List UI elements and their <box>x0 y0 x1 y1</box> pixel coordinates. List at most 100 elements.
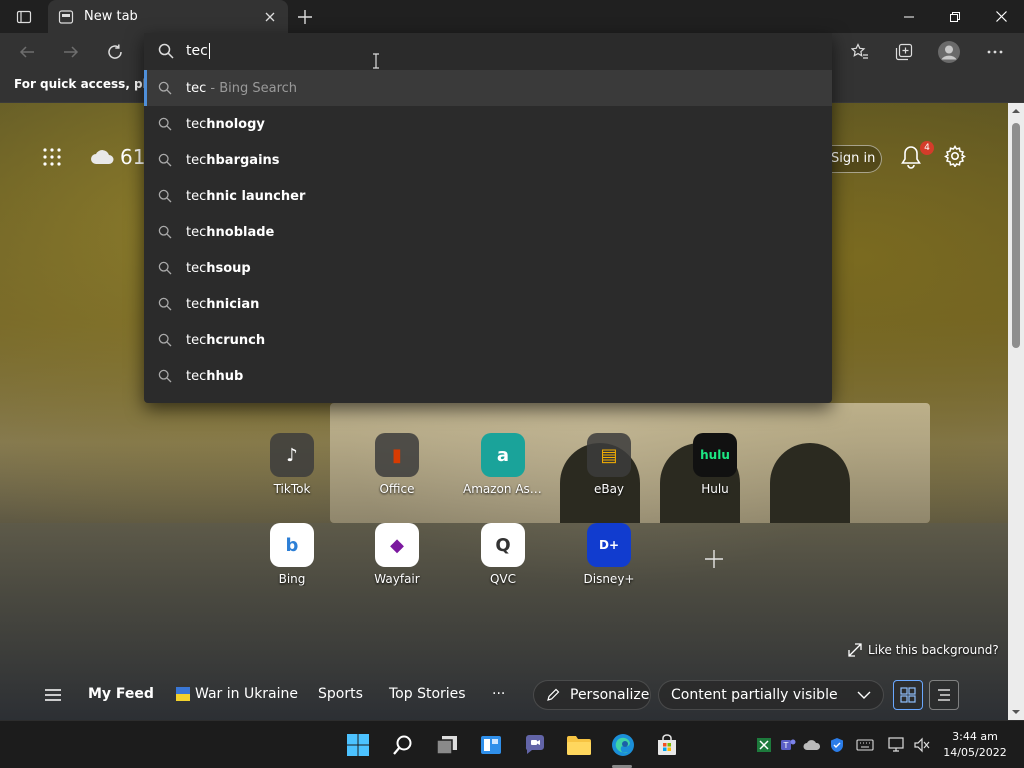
widgets-button[interactable] <box>476 730 506 760</box>
restore-button[interactable] <box>932 0 978 33</box>
quick-link-tiktok[interactable]: ♪ TikTok <box>252 433 332 496</box>
feed-more-button[interactable]: ··· <box>492 686 505 702</box>
suggestion-item[interactable]: technician <box>144 286 832 322</box>
address-input[interactable]: tec <box>144 33 832 69</box>
notifications-button[interactable] <box>900 145 922 169</box>
plus-icon <box>705 550 723 568</box>
hamburger-icon <box>45 689 61 701</box>
close-tab-button[interactable] <box>262 9 278 25</box>
close-window-button[interactable] <box>978 0 1024 33</box>
quick-link-disney-plus[interactable]: D+ Disney+ <box>569 523 649 586</box>
search-icon <box>158 81 172 95</box>
suggestion-typed-part: tec <box>186 188 207 204</box>
settings-menu-button[interactable] <box>980 37 1010 67</box>
search-icon <box>158 333 172 347</box>
quick-link-wayfair[interactable]: ◆ Wayfair <box>357 523 437 586</box>
quick-link-bing[interactable]: b Bing <box>252 523 332 586</box>
weather-temperature: 61 <box>120 145 146 169</box>
network-icon[interactable] <box>887 736 905 754</box>
tab-new-tab[interactable]: New tab <box>48 0 288 33</box>
scroll-down-icon[interactable] <box>1012 708 1020 716</box>
quick-link-amazon-assistant[interactable]: a Amazon Assi... <box>463 433 543 496</box>
feed-menu-button[interactable] <box>44 687 62 706</box>
search-icon <box>393 735 412 755</box>
task-view-button[interactable] <box>432 730 462 760</box>
store-button[interactable] <box>652 730 682 760</box>
start-button[interactable] <box>343 730 373 760</box>
keyboard-icon[interactable] <box>856 736 874 754</box>
list-layout-button[interactable] <box>929 680 959 710</box>
gear-icon <box>944 145 966 168</box>
chat-icon <box>525 735 544 754</box>
close-icon <box>995 11 1007 22</box>
feed-tab-my-feed[interactable]: My Feed <box>88 686 154 702</box>
collections-icon <box>895 43 913 61</box>
pencil-icon <box>547 688 560 701</box>
edge-taskbar-button[interactable] <box>608 730 638 760</box>
collections-button[interactable] <box>889 37 919 67</box>
back-button[interactable] <box>12 37 42 67</box>
expand-icon <box>848 643 862 657</box>
system-clock[interactable]: 3:44 am 14/05/2022 <box>940 729 1010 761</box>
edge-icon <box>612 734 634 756</box>
suggestion-item[interactable]: techbargains <box>144 142 832 178</box>
volume-muted-icon[interactable] <box>913 736 931 754</box>
file-explorer-button[interactable] <box>564 730 594 760</box>
search-icon <box>158 261 172 275</box>
ebay-icon: ▤ <box>587 433 631 477</box>
grid-layout-button[interactable] <box>893 680 923 710</box>
plus-icon <box>298 10 312 24</box>
quick-link-ebay[interactable]: ▤ eBay <box>569 433 649 496</box>
suggestion-item[interactable]: technology <box>144 106 832 142</box>
suggestion-item[interactable]: techsoup <box>144 250 832 286</box>
suggestion-hint: - Bing Search <box>206 80 298 96</box>
teams-chat-button[interactable] <box>520 730 550 760</box>
suggestion-item[interactable]: techhub <box>144 358 832 394</box>
apps-launcher-button[interactable] <box>42 147 62 167</box>
address-input-value: tec <box>186 43 208 59</box>
tray-onedrive-icon[interactable] <box>803 736 821 754</box>
suggestion-item[interactable]: techcrunch <box>144 322 832 358</box>
page-settings-button[interactable] <box>944 145 966 168</box>
favorites-button[interactable] <box>845 37 875 67</box>
quick-link-label: Amazon Assi... <box>463 482 543 496</box>
content-visibility-dropdown[interactable]: Content partially visible <box>658 680 884 710</box>
personalize-button[interactable]: Personalize <box>533 680 651 710</box>
chevron-down-icon <box>857 691 871 699</box>
cloud-icon <box>91 150 114 164</box>
add-quick-link-button[interactable] <box>694 539 734 579</box>
weather-widget[interactable]: 61 <box>90 145 145 169</box>
profile-button[interactable] <box>934 37 964 67</box>
quick-link-hulu[interactable]: hulu Hulu <box>675 433 755 496</box>
suggestion-item[interactable]: technic launcher <box>144 178 832 214</box>
tray-teams-icon[interactable]: T <box>779 736 797 754</box>
suggestion-item[interactable]: tec - Bing Search <box>144 70 832 106</box>
amazon-assistant-icon: a <box>481 433 525 477</box>
refresh-button[interactable] <box>100 37 130 67</box>
feed-tab-sports[interactable]: Sports <box>318 686 363 702</box>
grid-icon <box>900 687 916 703</box>
quick-link-office[interactable]: ▮ Office <box>357 433 437 496</box>
tray-excel-icon[interactable] <box>755 736 773 754</box>
scrollbar-thumb[interactable] <box>1012 123 1020 348</box>
tray-security-icon[interactable] <box>828 736 846 754</box>
page-scrollbar[interactable] <box>1008 103 1024 720</box>
feed-tab-top-stories[interactable]: Top Stories <box>389 686 466 702</box>
suggestion-text: technic launcher <box>186 189 305 204</box>
refresh-icon <box>108 44 122 59</box>
scroll-up-icon[interactable] <box>1012 107 1020 115</box>
like-background-button[interactable]: Like this background? <box>848 643 999 657</box>
taskbar-search-button[interactable] <box>388 730 418 760</box>
tab-actions-button[interactable] <box>8 6 40 28</box>
suggestion-typed-part: tec <box>186 224 207 240</box>
new-tab-button[interactable] <box>292 4 318 30</box>
quick-link-qvc[interactable]: Q QVC <box>463 523 543 586</box>
minimize-button[interactable] <box>886 0 932 33</box>
suggestion-item[interactable]: technoblade <box>144 214 832 250</box>
suggestion-text: technology <box>186 117 265 132</box>
quick-link-label: Bing <box>278 572 306 586</box>
feed-tab-war-in-ukraine[interactable]: War in Ukraine <box>195 686 298 702</box>
forward-button[interactable] <box>56 37 86 67</box>
feed-navigation: My Feed War in Ukraine Sports Top Storie… <box>0 673 1008 717</box>
suggestion-typed-part: tec <box>186 116 207 132</box>
